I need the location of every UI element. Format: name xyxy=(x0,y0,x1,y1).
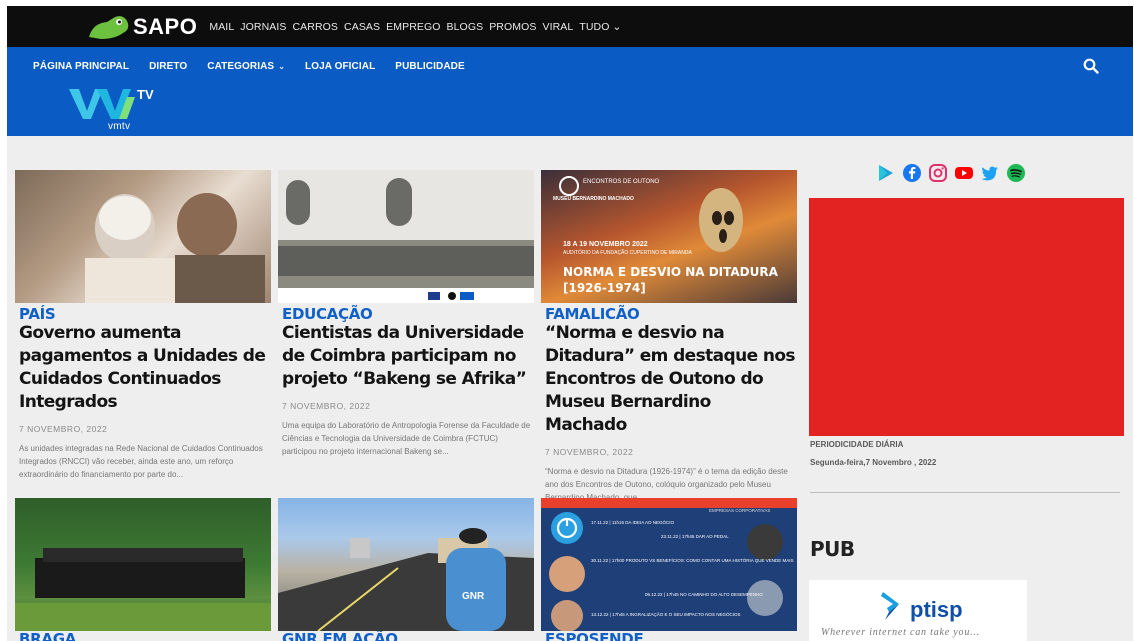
site-header: TV vmtv xyxy=(7,85,1133,136)
ptisp-brand: ptisp xyxy=(910,597,963,622)
twitter-icon[interactable] xyxy=(980,163,1000,183)
periodicity-label: PERIODICIDADE DIÁRIA xyxy=(810,440,904,449)
nav-item-categorias[interactable]: CATEGORIAS ⌄ xyxy=(207,61,285,72)
nav-item-categorias-label: CATEGORIAS xyxy=(207,60,275,72)
article-category[interactable]: GNR EM AÇÃO xyxy=(282,632,534,641)
article-title[interactable]: “Norma e desvio na Ditadura” em destaque… xyxy=(545,322,797,437)
article-card[interactable]: PAÍS Governo aumenta pagamentos a Unidad… xyxy=(15,170,271,481)
pub-heading: PUB xyxy=(810,537,855,561)
poster-years: [1926-1974] xyxy=(563,281,646,295)
article-excerpt: Uma equipa do Laboratório de Antropologi… xyxy=(282,421,531,456)
poster-title: NORMA E DESVIO NA DITADURA xyxy=(563,265,779,279)
ad-banner[interactable] xyxy=(809,198,1124,436)
google-play-icon[interactable] xyxy=(876,163,896,183)
article-title[interactable]: Cientistas da Universidade de Coimbra pa… xyxy=(282,322,534,391)
nav-item-publicidade[interactable]: PUBLICIDADE xyxy=(395,61,464,72)
poster-venue: AUDITÓRIO DA FUNDAÇÃO CUPERTINO DE MIRAN… xyxy=(563,249,692,256)
article-image[interactable] xyxy=(15,498,271,631)
ptisp-tagline: Wherever internet can take you... xyxy=(821,627,981,638)
article-date: 7 NOVEMBRO, 2022 xyxy=(19,424,108,434)
article-category[interactable]: FAMALICÃO xyxy=(545,307,797,322)
spotify-icon[interactable] xyxy=(1006,163,1026,183)
article-card[interactable]: BRAGA xyxy=(15,498,271,641)
article-card[interactable]: EDUCAÇÃO Cientistas da Universidade de C… xyxy=(278,170,534,458)
article-card[interactable]: EMPRESAS CORPORATIVAS 17.11.22 | 11h15 D… xyxy=(541,498,797,641)
sapo-link-casas[interactable]: CASAS xyxy=(344,21,380,33)
sapo-top-bar: SAPO MAIL JORNAIS CARROS CASAS EMPREGO B… xyxy=(7,6,1133,47)
article-photo xyxy=(15,548,271,631)
sapo-link-tudo[interactable]: TUDO ⌄ xyxy=(579,21,621,33)
article-photo xyxy=(278,170,534,303)
current-date: Segunda-feira,7 Novembro , 2022 xyxy=(810,458,937,467)
article-category[interactable]: ESPOSENDE xyxy=(545,632,797,641)
article-category[interactable]: BRAGA xyxy=(19,632,271,641)
poster-event: 23.11.22 | 17h45 DAR AO PEDAL xyxy=(661,534,729,539)
main-nav: PÁGINA PRINCIPAL DIRETO CATEGORIAS ⌄ LOJA… xyxy=(7,47,1133,85)
ptisp-arrow-icon xyxy=(881,592,899,620)
search-icon[interactable] xyxy=(1083,58,1099,74)
sapo-links: MAIL JORNAIS CARROS CASAS EMPREGO BLOGS … xyxy=(209,21,621,33)
article-photo: GNR xyxy=(278,528,534,631)
sapo-link-blogs[interactable]: BLOGS xyxy=(447,21,484,33)
ptisp-ad[interactable]: ptisp Wherever internet can take you... xyxy=(809,580,1027,641)
poster-event: 13.12.22 | 17h45 A INGRALIZAÇÃO E O SEU … xyxy=(591,611,741,617)
sapo-link-emprego[interactable]: EMPREGO xyxy=(386,21,440,33)
article-card[interactable]: GNR GNR EM AÇÃO xyxy=(278,498,534,641)
article-image[interactable]: ENCONTROS DE OUTONO MUSEU BERNARDINO MAC… xyxy=(541,170,797,303)
poster-event: 06.12.22 | 17h45 NO CAMINHO DO ALTO DESE… xyxy=(645,592,763,597)
article-poster: ENCONTROS DE OUTONO MUSEU BERNARDINO MAC… xyxy=(553,176,779,295)
sidebar-divider xyxy=(810,492,1120,493)
encontros-logo-icon xyxy=(559,176,579,196)
article-excerpt: As unidades integradas na Rede Nacional … xyxy=(19,444,263,479)
vmtv-logo-sub: vmtv xyxy=(108,121,131,132)
article-category[interactable]: EDUCAÇÃO xyxy=(282,307,534,322)
article-image[interactable] xyxy=(15,170,271,303)
poster-event: 30.11.22 | 17h00 PRODUTO VS BENEFÍCIOS: … xyxy=(591,557,793,563)
nav-item-loja-oficial[interactable]: LOJA OFICIAL xyxy=(305,61,375,72)
sapo-frog-icon xyxy=(89,15,129,39)
sapo-link-viral[interactable]: VIRAL xyxy=(542,21,573,33)
sapo-link-carros[interactable]: CARROS xyxy=(293,21,339,33)
nav-item-pagina-principal[interactable]: PÁGINA PRINCIPAL xyxy=(33,61,129,72)
poster-line2: MUSEU BERNARDINO MACHADO xyxy=(553,196,634,202)
facebook-icon[interactable] xyxy=(902,163,922,183)
nav-item-direto[interactable]: DIRETO xyxy=(149,61,187,72)
article-image[interactable]: GNR xyxy=(278,498,534,631)
sapo-brand: SAPO xyxy=(133,13,198,39)
sapo-logo[interactable]: SAPO xyxy=(87,13,197,41)
gnr-badge: GNR xyxy=(462,591,485,602)
article-card[interactable]: ENCONTROS DE OUTONO MUSEU BERNARDINO MAC… xyxy=(541,170,797,504)
article-date: 7 NOVEMBRO, 2022 xyxy=(545,447,634,457)
poster-header: EMPRESAS CORPORATIVAS xyxy=(709,508,770,513)
sapo-link-promos[interactable]: PROMOS xyxy=(489,21,536,33)
article-image[interactable] xyxy=(278,170,534,303)
poster-event: 17.11.22 | 11h15 DA IDEIA AO NEGÓCIO xyxy=(591,519,675,525)
poster-dates: 18 A 19 NOVEMBRO 2022 xyxy=(563,241,648,248)
article-category[interactable]: PAÍS xyxy=(19,307,271,322)
article-photo xyxy=(85,193,265,303)
article-poster: EMPRESAS CORPORATIVAS 17.11.22 | 11h15 D… xyxy=(541,498,797,631)
sapo-link-mail[interactable]: MAIL xyxy=(209,21,234,33)
chevron-down-icon: ⌄ xyxy=(278,61,286,71)
vmtv-logo-mark: TV xyxy=(137,87,154,102)
youtube-icon[interactable] xyxy=(954,163,974,183)
social-links xyxy=(876,163,1026,183)
article-image[interactable]: EMPRESAS CORPORATIVAS 17.11.22 | 11h15 D… xyxy=(541,498,797,631)
sapo-link-jornais[interactable]: JORNAIS xyxy=(240,21,286,33)
article-title[interactable]: Governo aumenta pagamentos a Unidades de… xyxy=(19,322,271,414)
article-date: 7 NOVEMBRO, 2022 xyxy=(282,401,371,411)
instagram-icon[interactable] xyxy=(928,163,948,183)
poster-line1: ENCONTROS DE OUTONO xyxy=(583,179,660,185)
